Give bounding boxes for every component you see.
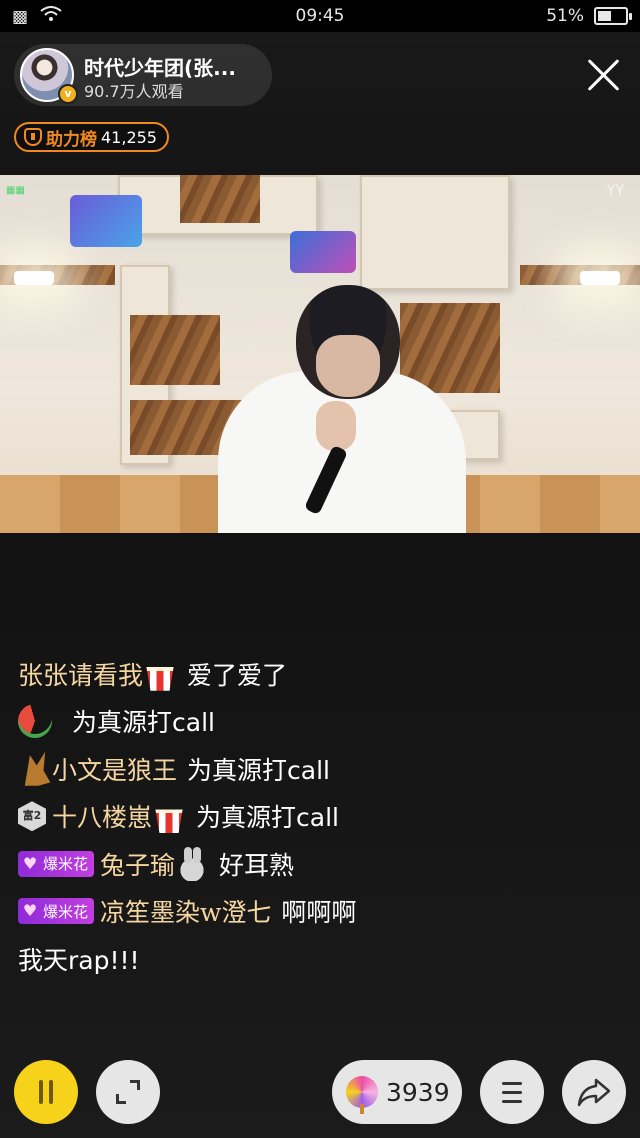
- chat-list: 张张请看我 爱了爱了 为真源打call 小文是狼王 为真源打call 富2 十八…: [18, 650, 622, 983]
- chat-text: 啊啊啊: [281, 898, 357, 928]
- gift-count: 3939: [386, 1077, 450, 1107]
- share-button[interactable]: [562, 1060, 626, 1124]
- chat-message: 小文是狼王 为真源打call: [18, 745, 622, 793]
- status-time: 09:45: [295, 6, 345, 26]
- chat-message: 富2 十八楼崽 为真源打call: [18, 793, 622, 841]
- chat-message: ♥ 爆米花 凉笙墨染w澄七 啊啊啊: [18, 888, 622, 936]
- status-right: 51%: [546, 6, 632, 26]
- viewer-count: 90.7万人观看: [84, 82, 184, 101]
- menu-icon: [502, 1091, 522, 1094]
- chat-text: 为真源打call: [72, 708, 215, 738]
- host-info[interactable]: v 时代少年团(张... 90.7万人观看: [14, 44, 272, 106]
- show-logo-badge: [70, 195, 142, 247]
- chat-username[interactable]: 十八楼崽: [52, 798, 152, 834]
- chat-text: 为真源打call: [196, 803, 339, 833]
- expand-icon: [130, 1080, 140, 1090]
- heart-icon: ♥: [22, 901, 38, 921]
- fullscreen-button[interactable]: [96, 1060, 160, 1124]
- chat-username[interactable]: 凉笙墨染w澄七: [100, 893, 271, 929]
- watermelon-icon: [18, 704, 52, 739]
- fan-badge: ♥ 爆米花: [18, 850, 95, 877]
- wall-panel: [360, 175, 510, 290]
- show-logo-badge: [290, 231, 356, 273]
- battery-icon: [594, 7, 632, 25]
- lollipop-icon: [346, 1076, 378, 1114]
- wealth-rank-badge: 富2: [18, 801, 46, 832]
- signal-icon: ▦▦: [6, 185, 25, 196]
- wall-lamp: [14, 271, 54, 285]
- verified-badge-icon: v: [58, 84, 78, 104]
- status-bar: ▩ 09:45 51%: [0, 0, 640, 32]
- support-rank-button[interactable]: 助力榜 41,255: [14, 122, 169, 152]
- chat-username[interactable]: 兔子瑜: [100, 846, 175, 882]
- fox-icon: [24, 751, 51, 786]
- shield-icon: [24, 128, 42, 146]
- watermark: YY: [606, 183, 624, 199]
- performer-hand: [316, 401, 356, 451]
- heart-icon: ♥: [22, 853, 38, 873]
- chat-username[interactable]: 小文是狼王: [52, 751, 177, 787]
- popcorn-icon: [146, 666, 174, 691]
- popcorn-icon: [155, 809, 183, 834]
- wall-lamp: [580, 271, 620, 285]
- share-arrow-icon: [577, 1078, 611, 1107]
- menu-button[interactable]: [480, 1060, 544, 1124]
- support-rank-value: 41,255: [101, 127, 157, 147]
- chat-message: 我天rap!!!: [18, 935, 622, 983]
- chat-text: 爱了爱了: [187, 660, 288, 690]
- fan-badge-label: 爆米花: [43, 855, 89, 874]
- wood-panel: [180, 175, 260, 223]
- fan-badge-label: 爆米花: [43, 902, 89, 921]
- performer-face: [316, 335, 380, 397]
- battery-percent: 51%: [546, 6, 584, 26]
- video-player[interactable]: ▦▦ YY: [0, 175, 640, 533]
- chat-message: 张张请看我 爱了爱了: [18, 650, 622, 698]
- bunny-icon: [175, 846, 210, 881]
- battery-fill: [598, 11, 612, 21]
- menu-icon: [502, 1082, 522, 1085]
- gift-button[interactable]: 3939: [332, 1060, 462, 1124]
- chat-text: 好耳熟: [219, 850, 295, 880]
- chat-text: 我天rap!!!: [18, 945, 140, 975]
- support-rank-label: 助力榜: [46, 129, 97, 150]
- fan-badge: ♥ 爆米花: [18, 898, 95, 925]
- chat-message: 为真源打call: [18, 698, 622, 746]
- host-name: 时代少年团(张...: [84, 56, 236, 80]
- expand-icon: [116, 1094, 126, 1104]
- chat-text: 为真源打call: [187, 755, 330, 785]
- chat-username[interactable]: 张张请看我: [18, 656, 143, 692]
- chat-message: ♥ 爆米花 兔子瑜 好耳熟: [18, 840, 622, 888]
- menu-icon: [502, 1100, 522, 1103]
- pause-button[interactable]: [14, 1060, 78, 1124]
- close-button[interactable]: [580, 52, 626, 98]
- wood-panel: [130, 315, 220, 385]
- live-stream-screen: ▩ 09:45 51% v 时代少年团(张... 90.7万人观看 助力榜 41…: [0, 0, 640, 1138]
